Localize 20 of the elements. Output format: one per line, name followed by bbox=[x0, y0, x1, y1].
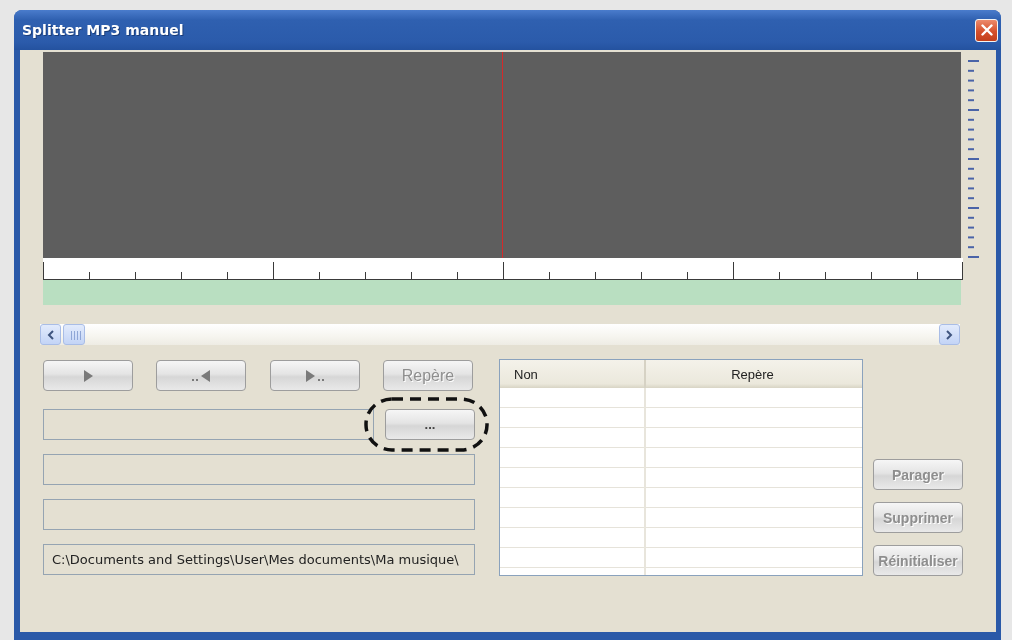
scroll-left-button[interactable] bbox=[40, 324, 61, 345]
text-field[interactable] bbox=[43, 499, 475, 530]
browse-button[interactable]: ... bbox=[385, 409, 475, 440]
chevron-left-icon bbox=[47, 329, 54, 340]
next-button[interactable] bbox=[269, 360, 360, 391]
close-button[interactable] bbox=[975, 18, 998, 42]
dotted-right-arrow-icon bbox=[305, 369, 324, 382]
play-icon bbox=[83, 369, 93, 382]
window-title: Splitter MP3 manuel bbox=[22, 22, 184, 38]
text-field[interactable] bbox=[43, 454, 475, 485]
play-button[interactable] bbox=[43, 360, 133, 391]
text-field[interactable]: C:\Documents and Settings\User\Mes documents\Ma musique\ bbox=[43, 544, 475, 575]
scroll-thumb[interactable] bbox=[63, 324, 85, 345]
close-icon bbox=[980, 24, 993, 36]
file-path-field[interactable] bbox=[43, 409, 374, 440]
scroll-right-button[interactable] bbox=[939, 324, 960, 345]
dotted-left-arrow-icon bbox=[192, 369, 211, 382]
previous-button[interactable] bbox=[156, 360, 247, 391]
chevron-right-icon bbox=[946, 329, 953, 340]
column-header[interactable]: Non bbox=[500, 360, 644, 388]
